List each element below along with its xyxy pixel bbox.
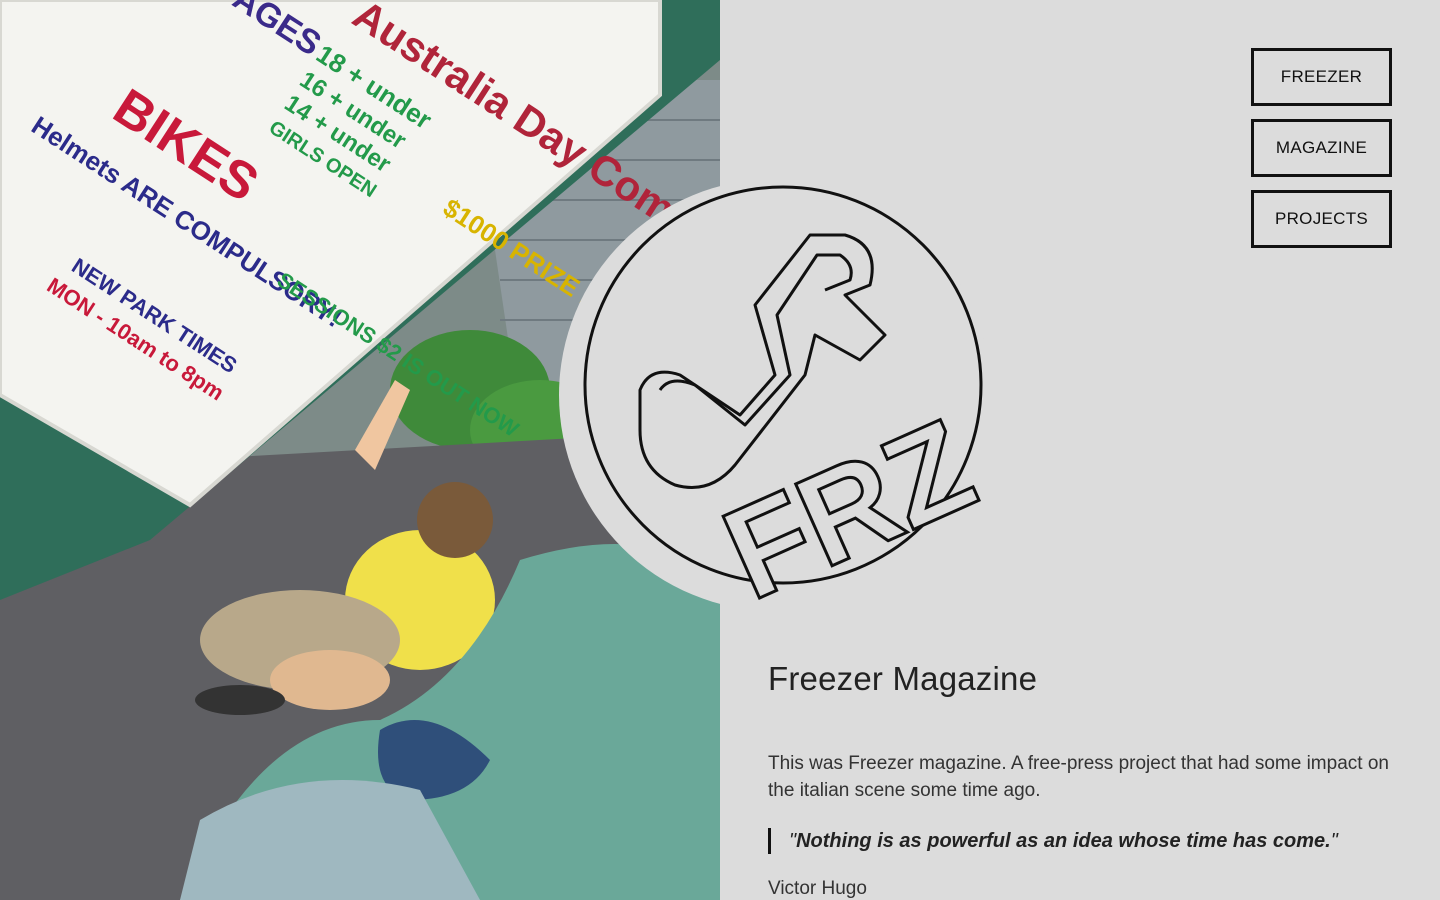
ferz-logo-icon[interactable]: FRZ [555,175,995,629]
quote-close-mark: " [1330,830,1338,852]
page: Australia Day Comp AGES 18 + under 16 + … [0,0,1440,900]
nav-freezer-button[interactable]: FREEZER [1251,48,1392,106]
page-title: Freezer Magazine [768,660,1038,697]
quote-author: Victor Hugo [768,878,867,899]
description: This was Freezer magazine. A free-press … [768,753,1389,801]
nav-projects-button[interactable]: PROJECTS [1251,190,1392,248]
nav-magazine-button[interactable]: MAGAZINE [1251,119,1392,177]
quote-text: Nothing is as powerful as an idea whose … [796,830,1331,852]
main-nav: FREEZER MAGAZINE PROJECTS [1251,48,1392,261]
quote-block: "Nothing is as powerful as an idea whose… [768,828,1398,854]
content-section: Freezer Magazine This was Freezer magazi… [768,660,1398,900]
